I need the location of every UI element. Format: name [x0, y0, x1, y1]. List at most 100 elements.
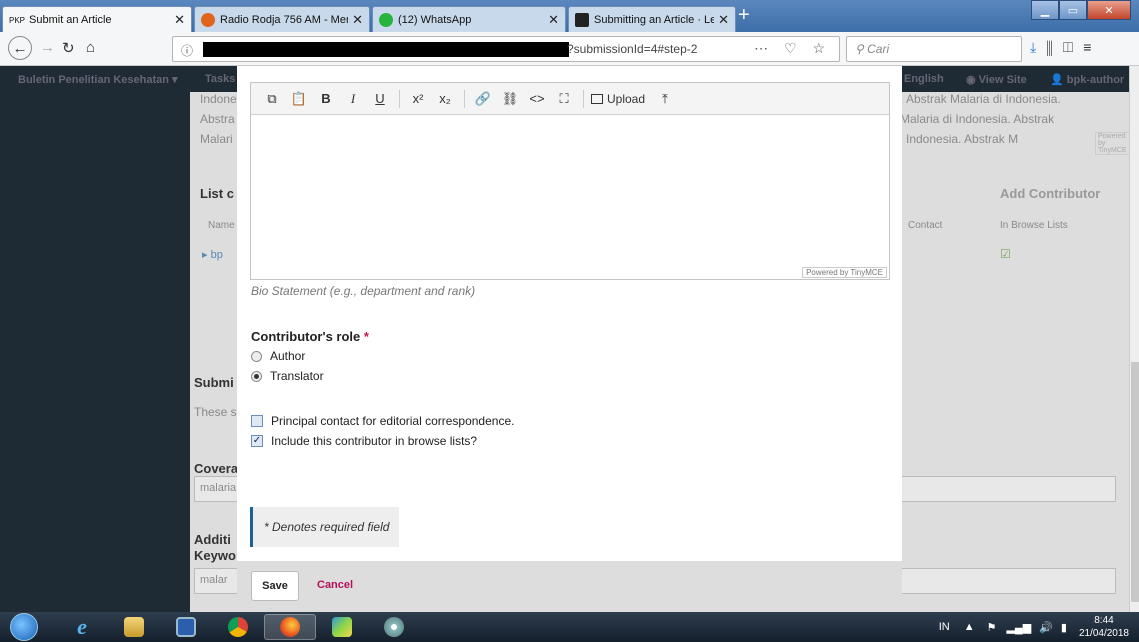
tab-whatsapp[interactable]: (12) WhatsApp ✕ [372, 6, 566, 32]
browse-lists-checkbox[interactable]: ✓ [251, 435, 263, 447]
chrome-icon [228, 617, 248, 637]
back-icon[interactable]: ← [8, 36, 32, 60]
pkp-favicon: PKP [9, 15, 26, 25]
coverage-label: Covera [194, 461, 239, 476]
paste-icon[interactable]: 📋 [288, 88, 310, 110]
role-option-author[interactable]: Author [251, 349, 305, 363]
scrollbar-thumb[interactable] [1131, 362, 1139, 602]
download-icon[interactable]: ⤓ [1030, 39, 1046, 55]
toolbar-divider [399, 89, 400, 108]
taskbar-explorer[interactable] [108, 614, 160, 640]
app-icon [332, 617, 352, 637]
superscript-button[interactable]: x² [407, 88, 429, 110]
cancel-button[interactable]: Cancel [317, 579, 353, 591]
view-site-link[interactable]: ◉ View Site [966, 73, 1027, 86]
new-tab-button[interactable]: + [738, 4, 750, 27]
toolbar-icons: ⤓⫼◫≡ [1030, 39, 1101, 56]
site-title[interactable]: Buletin Penelitian Kesehatan ▾ [18, 73, 178, 86]
contributor-row[interactable]: ▸ bp [202, 248, 223, 261]
show-hidden-icons-icon[interactable]: ▲ [964, 621, 975, 633]
forward-icon[interactable]: → [40, 39, 55, 56]
principal-contact-option[interactable]: Principal contact for editorial correspo… [251, 414, 514, 428]
library-icon[interactable]: ⫼ [1046, 39, 1062, 55]
fullscreen-icon[interactable]: ⛶ [553, 88, 575, 110]
battery-icon[interactable]: ▮ [1061, 621, 1067, 634]
minimize-icon[interactable]: ▁ [1031, 0, 1059, 20]
firefox-icon [280, 617, 300, 637]
subscript-button[interactable]: x₂ [434, 88, 456, 110]
coverage-value: malaria [200, 482, 237, 494]
check-icon: ☑ [1000, 247, 1011, 261]
abstract-text: Malaria di Indonesia. Abstrak [900, 112, 1055, 126]
copy-icon[interactable]: ⧉ [261, 88, 283, 110]
taskbar-chrome[interactable] [212, 614, 264, 640]
abstract-text: . Abstrak Malaria di Indonesia. [900, 92, 1061, 106]
sidebar-icon[interactable]: ◫ [1063, 39, 1084, 55]
upload-icon[interactable]: ⤒ [654, 88, 676, 110]
author-radio[interactable] [251, 350, 262, 362]
taskbar-firefox[interactable] [264, 614, 316, 640]
bio-editor[interactable]: ⧉ 📋 B I U x² x₂ 🔗 ⛓ <> ⛶ Upload ⤒ Powere… [250, 82, 890, 280]
tasks-link[interactable]: Tasks [205, 73, 235, 85]
tab-submit-article[interactable]: PKP Submit an Article ✕ [2, 6, 192, 32]
principal-contact-checkbox[interactable] [251, 415, 263, 427]
search-input[interactable]: ⚲ Cari [846, 36, 1022, 62]
taskbar-app[interactable] [316, 614, 368, 640]
upload-image-button[interactable]: Upload [591, 88, 645, 110]
language-indicator[interactable]: IN [939, 621, 950, 633]
column-header: Contact [908, 220, 943, 231]
save-button[interactable]: Save [251, 571, 299, 601]
required-mark: * [363, 329, 369, 344]
close-window-icon[interactable]: ✕ [1087, 0, 1131, 20]
page-scrollbar[interactable] [1129, 66, 1139, 612]
pocket-icon[interactable]: ♡ [784, 40, 803, 56]
clock-time: 8:44 [1094, 615, 1114, 626]
close-tab-icon[interactable]: ✕ [174, 12, 185, 28]
url-text: ?submissionId=4#step-2 [567, 42, 698, 56]
volume-icon[interactable]: 🔊 [1039, 621, 1053, 634]
url-bar[interactable]: ⓘ ?submissionId=4#step-2 ⋯ ♡ ☆ [172, 36, 840, 62]
page-actions-icon[interactable]: ⋯ [754, 40, 774, 56]
close-tab-icon[interactable]: ✕ [718, 12, 729, 28]
role-option-translator[interactable]: Translator [251, 369, 324, 383]
language-link[interactable]: English [904, 73, 944, 85]
maximize-icon[interactable]: ▭ [1059, 0, 1087, 20]
image-icon [591, 93, 603, 104]
close-tab-icon[interactable]: ✕ [352, 12, 363, 28]
search-icon: ⚲ [855, 42, 868, 56]
translator-radio[interactable] [251, 370, 262, 382]
site-info-icon[interactable]: ⓘ [181, 42, 193, 59]
bookmark-star-icon[interactable]: ☆ [812, 40, 831, 56]
taskbar-paint[interactable] [368, 614, 420, 640]
home-icon[interactable]: ⌂ [86, 39, 95, 56]
italic-button[interactable]: I [342, 88, 364, 110]
bold-button[interactable]: B [315, 88, 337, 110]
powered-by-tinymce: Powered by TinyMCE [802, 267, 887, 278]
signal-icon[interactable]: ▂▄▆ [1006, 621, 1031, 634]
clock[interactable]: 8:44 21/04/2018 [1079, 614, 1129, 640]
browser-tab-strip: PKP Submit an Article ✕ Radio Rodja 756 A… [0, 0, 1139, 32]
browse-lists-option[interactable]: ✓ Include this contributor in browse lis… [251, 434, 477, 448]
column-header: Name [208, 220, 235, 231]
reload-icon[interactable]: ↻ [62, 39, 75, 57]
link-icon[interactable]: 🔗 [472, 88, 494, 110]
whatsapp-icon [379, 12, 393, 27]
tab-radio-rodja[interactable]: Radio Rodja 756 AM - Mene 🔊 ✕ [194, 6, 370, 32]
close-tab-icon[interactable]: ✕ [548, 12, 559, 28]
author-label: Author [270, 349, 306, 363]
action-center-flag-icon[interactable]: ⚑ [987, 621, 997, 634]
tab-submitting-article[interactable]: Submitting an Article · Learnin ✕ [568, 6, 736, 32]
paint-icon [384, 617, 404, 637]
code-button[interactable]: <> [526, 88, 548, 110]
start-button[interactable] [10, 613, 38, 641]
taskbar-ie[interactable]: e [56, 614, 108, 640]
taskbar-media[interactable] [160, 614, 212, 640]
menu-icon[interactable]: ≡ [1083, 39, 1101, 55]
window-controls: ▁ ▭ ✕ [1031, 0, 1131, 22]
unlink-icon[interactable]: ⛓ [499, 88, 521, 110]
add-contributor-link[interactable]: Add Contributor [1000, 186, 1100, 201]
principal-contact-label: Principal contact for editorial correspo… [271, 414, 515, 428]
underline-button[interactable]: U [369, 88, 391, 110]
clock-date: 21/04/2018 [1078, 628, 1129, 639]
user-menu[interactable]: 👤 bpk-author [1050, 73, 1124, 86]
